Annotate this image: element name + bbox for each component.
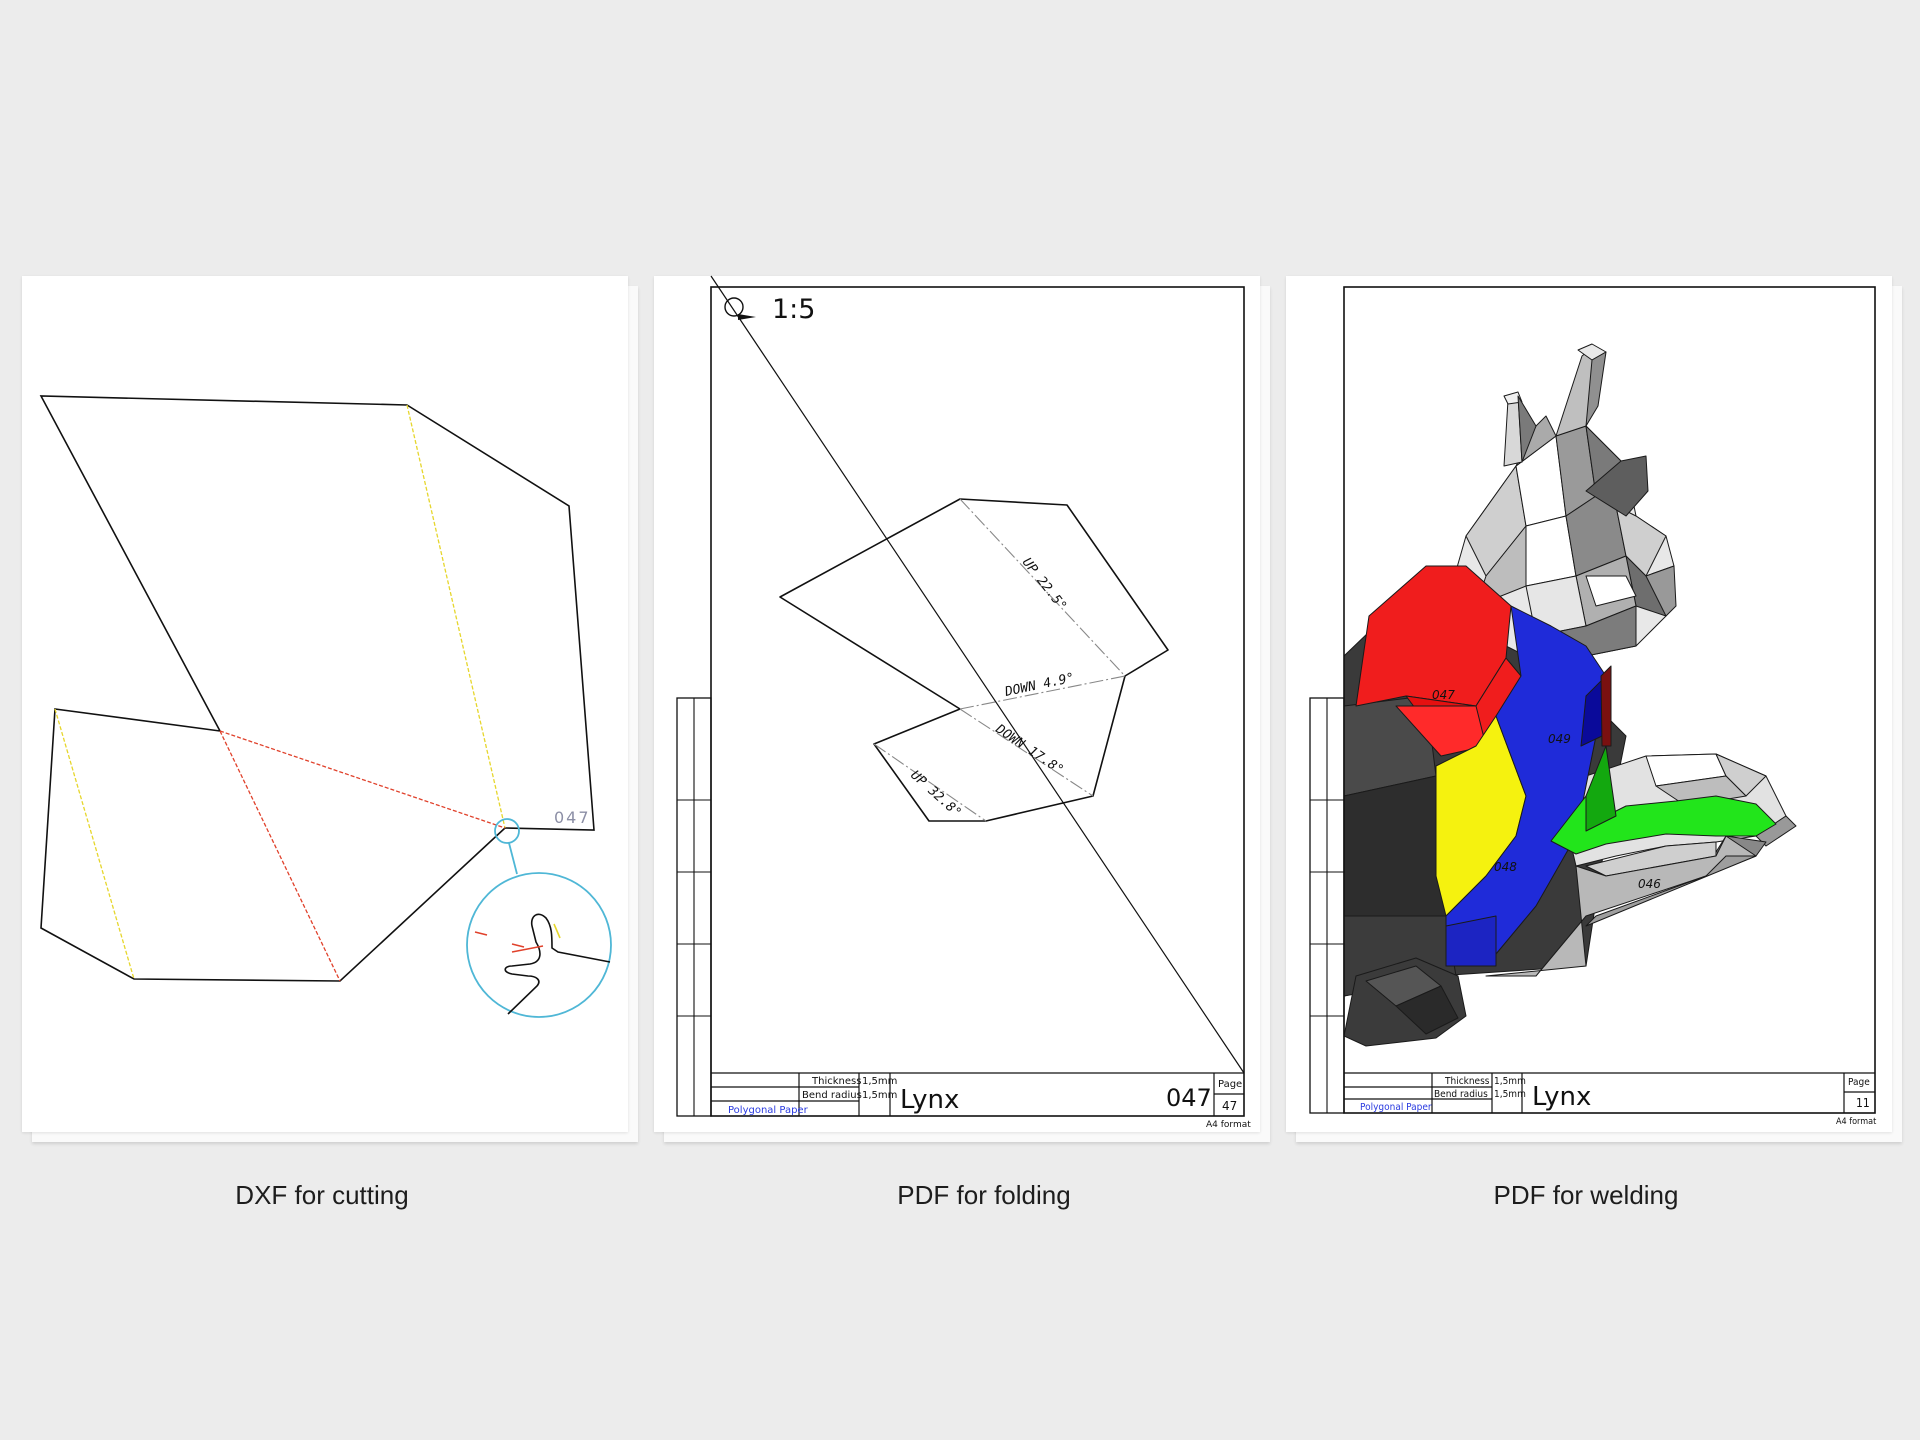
weld-sheet: 047 049 048 046 Thickness 1,5mm Bend rad… <box>1286 276 1892 1132</box>
fold-scale: 1:5 <box>772 294 815 325</box>
dxf-part-number: 047 <box>554 808 591 827</box>
page-number: 11 <box>1856 1096 1870 1110</box>
thickness-value: 1,5mm <box>862 1076 897 1087</box>
thickness-value: 1,5mm <box>1494 1076 1526 1087</box>
brand-name: Polygonal Paper <box>1360 1102 1432 1113</box>
part-047-red <box>1355 565 1512 707</box>
fold-part-outline <box>779 498 1169 822</box>
caption-dxf: DXF for cutting <box>235 1180 409 1210</box>
fold-drawing: 1:5 UP 22.5° DOWN 4.9° DOWN 17.8° UP 32.… <box>676 275 1251 1130</box>
fold-frame <box>710 286 1245 1117</box>
page-number: 47 <box>1222 1099 1237 1113</box>
page-label: Page <box>1848 1077 1870 1088</box>
fold-sheet: 1:5 UP 22.5° DOWN 4.9° DOWN 17.8° UP 32.… <box>654 275 1260 1132</box>
dxf-fold-line-yellow <box>406 404 506 829</box>
bend-radius-value: 1,5mm <box>862 1090 897 1101</box>
dxf-drawing: 047 <box>39 395 612 1018</box>
fold-part-number: 047 <box>1166 1084 1212 1112</box>
part-label-047: 047 <box>1432 688 1455 702</box>
bend-label-down-17-8: DOWN 17.8° <box>992 721 1066 778</box>
format-label: A4 format <box>1836 1117 1876 1127</box>
detail-fold-yellow <box>553 923 561 939</box>
model-name: Lynx <box>1532 1082 1591 1112</box>
dxf-cut-outline-upper <box>39 395 595 831</box>
part-label-046: 046 <box>1638 877 1661 891</box>
weld-drawing: 047 049 048 046 Thickness 1,5mm Bend rad… <box>1309 286 1876 1127</box>
dxf-cut-outline-lower <box>40 708 506 982</box>
dxf-sheet: 047 <box>22 276 628 1132</box>
detail-fold-red <box>511 945 544 953</box>
part-label-049: 049 <box>1548 732 1571 746</box>
part-label-048: 048 <box>1494 860 1517 874</box>
caption-fold: PDF for folding <box>897 1180 1071 1210</box>
bend-radius-label: Bend radius <box>1434 1089 1488 1100</box>
detail-fold-red <box>474 931 488 936</box>
brand-name: Polygonal Paper <box>728 1105 809 1116</box>
thickness-label: Thickness <box>811 1076 861 1087</box>
bend-label-up-32-8: UP 32.8° <box>907 768 964 821</box>
detail-magnifier-circle <box>466 872 612 1018</box>
detail-fold-red <box>511 943 525 948</box>
dxf-fold-line-red <box>219 730 341 982</box>
dxf-fold-line-red <box>219 730 506 829</box>
page-label: Page <box>1218 1079 1242 1090</box>
fold-title-block <box>710 275 1245 1116</box>
thickness-label: Thickness <box>1444 1076 1490 1087</box>
caption-weld: PDF for welding <box>1493 1180 1679 1210</box>
detail-notch-shape <box>504 913 611 1015</box>
lynx-model: 047 049 048 046 <box>1344 343 1797 1047</box>
bend-label-up-22-5: UP 22.5° <box>1019 555 1069 614</box>
bend-radius-value: 1,5mm <box>1494 1089 1526 1100</box>
bend-label-down-4-9: DOWN 4.9° <box>1003 671 1076 701</box>
bend-radius-label: Bend radius <box>802 1090 862 1101</box>
detail-small-circle <box>494 818 520 844</box>
format-label: A4 format <box>1206 1120 1251 1130</box>
detail-leader-line <box>508 842 518 875</box>
dxf-fold-line-yellow <box>54 708 135 980</box>
model-name: Lynx <box>900 1085 959 1115</box>
